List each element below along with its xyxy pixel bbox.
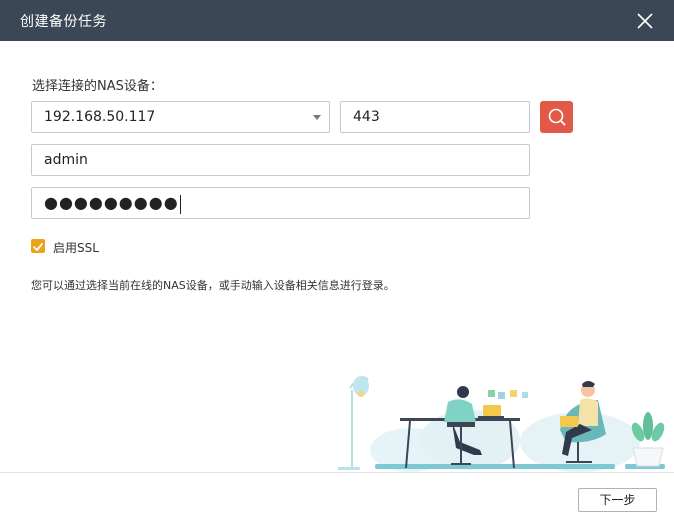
port-value: 443 xyxy=(353,109,380,125)
port-input[interactable]: 443 xyxy=(340,101,530,133)
nas-host-value: 192.168.50.117 xyxy=(44,109,156,125)
workspace-illustration xyxy=(338,376,665,472)
checkmark-icon xyxy=(33,243,43,251)
search-icon xyxy=(548,108,566,126)
text-cursor xyxy=(179,194,181,214)
search-button[interactable] xyxy=(540,101,573,133)
login-hint-text: 您可以通过选择当前在线的NAS设备，或手动输入设备相关信息进行登录。 xyxy=(31,279,395,292)
username-input[interactable]: admin xyxy=(31,144,530,176)
title-bar: 创建备份任务 xyxy=(0,0,674,41)
footer-divider xyxy=(0,472,674,473)
chevron-down-icon xyxy=(313,115,321,120)
ssl-checkbox[interactable] xyxy=(31,239,45,253)
ssl-checkbox-label: 启用SSL xyxy=(53,241,99,255)
password-input[interactable]: ●●●●●●●●● xyxy=(31,187,530,219)
next-button[interactable]: 下一步 xyxy=(578,488,657,512)
close-button[interactable] xyxy=(632,8,658,34)
nas-select-prompt: 选择连接的NAS设备： xyxy=(32,79,163,94)
create-backup-dialog: 创建备份任务 选择连接的NAS设备： 192.168.50.117 443 ad… xyxy=(0,0,674,525)
username-value: admin xyxy=(44,152,88,168)
password-value: ●●●●●●●●● xyxy=(44,193,179,212)
nas-host-select[interactable]: 192.168.50.117 xyxy=(31,101,330,133)
close-icon xyxy=(637,13,653,29)
dialog-title: 创建备份任务 xyxy=(20,14,107,30)
